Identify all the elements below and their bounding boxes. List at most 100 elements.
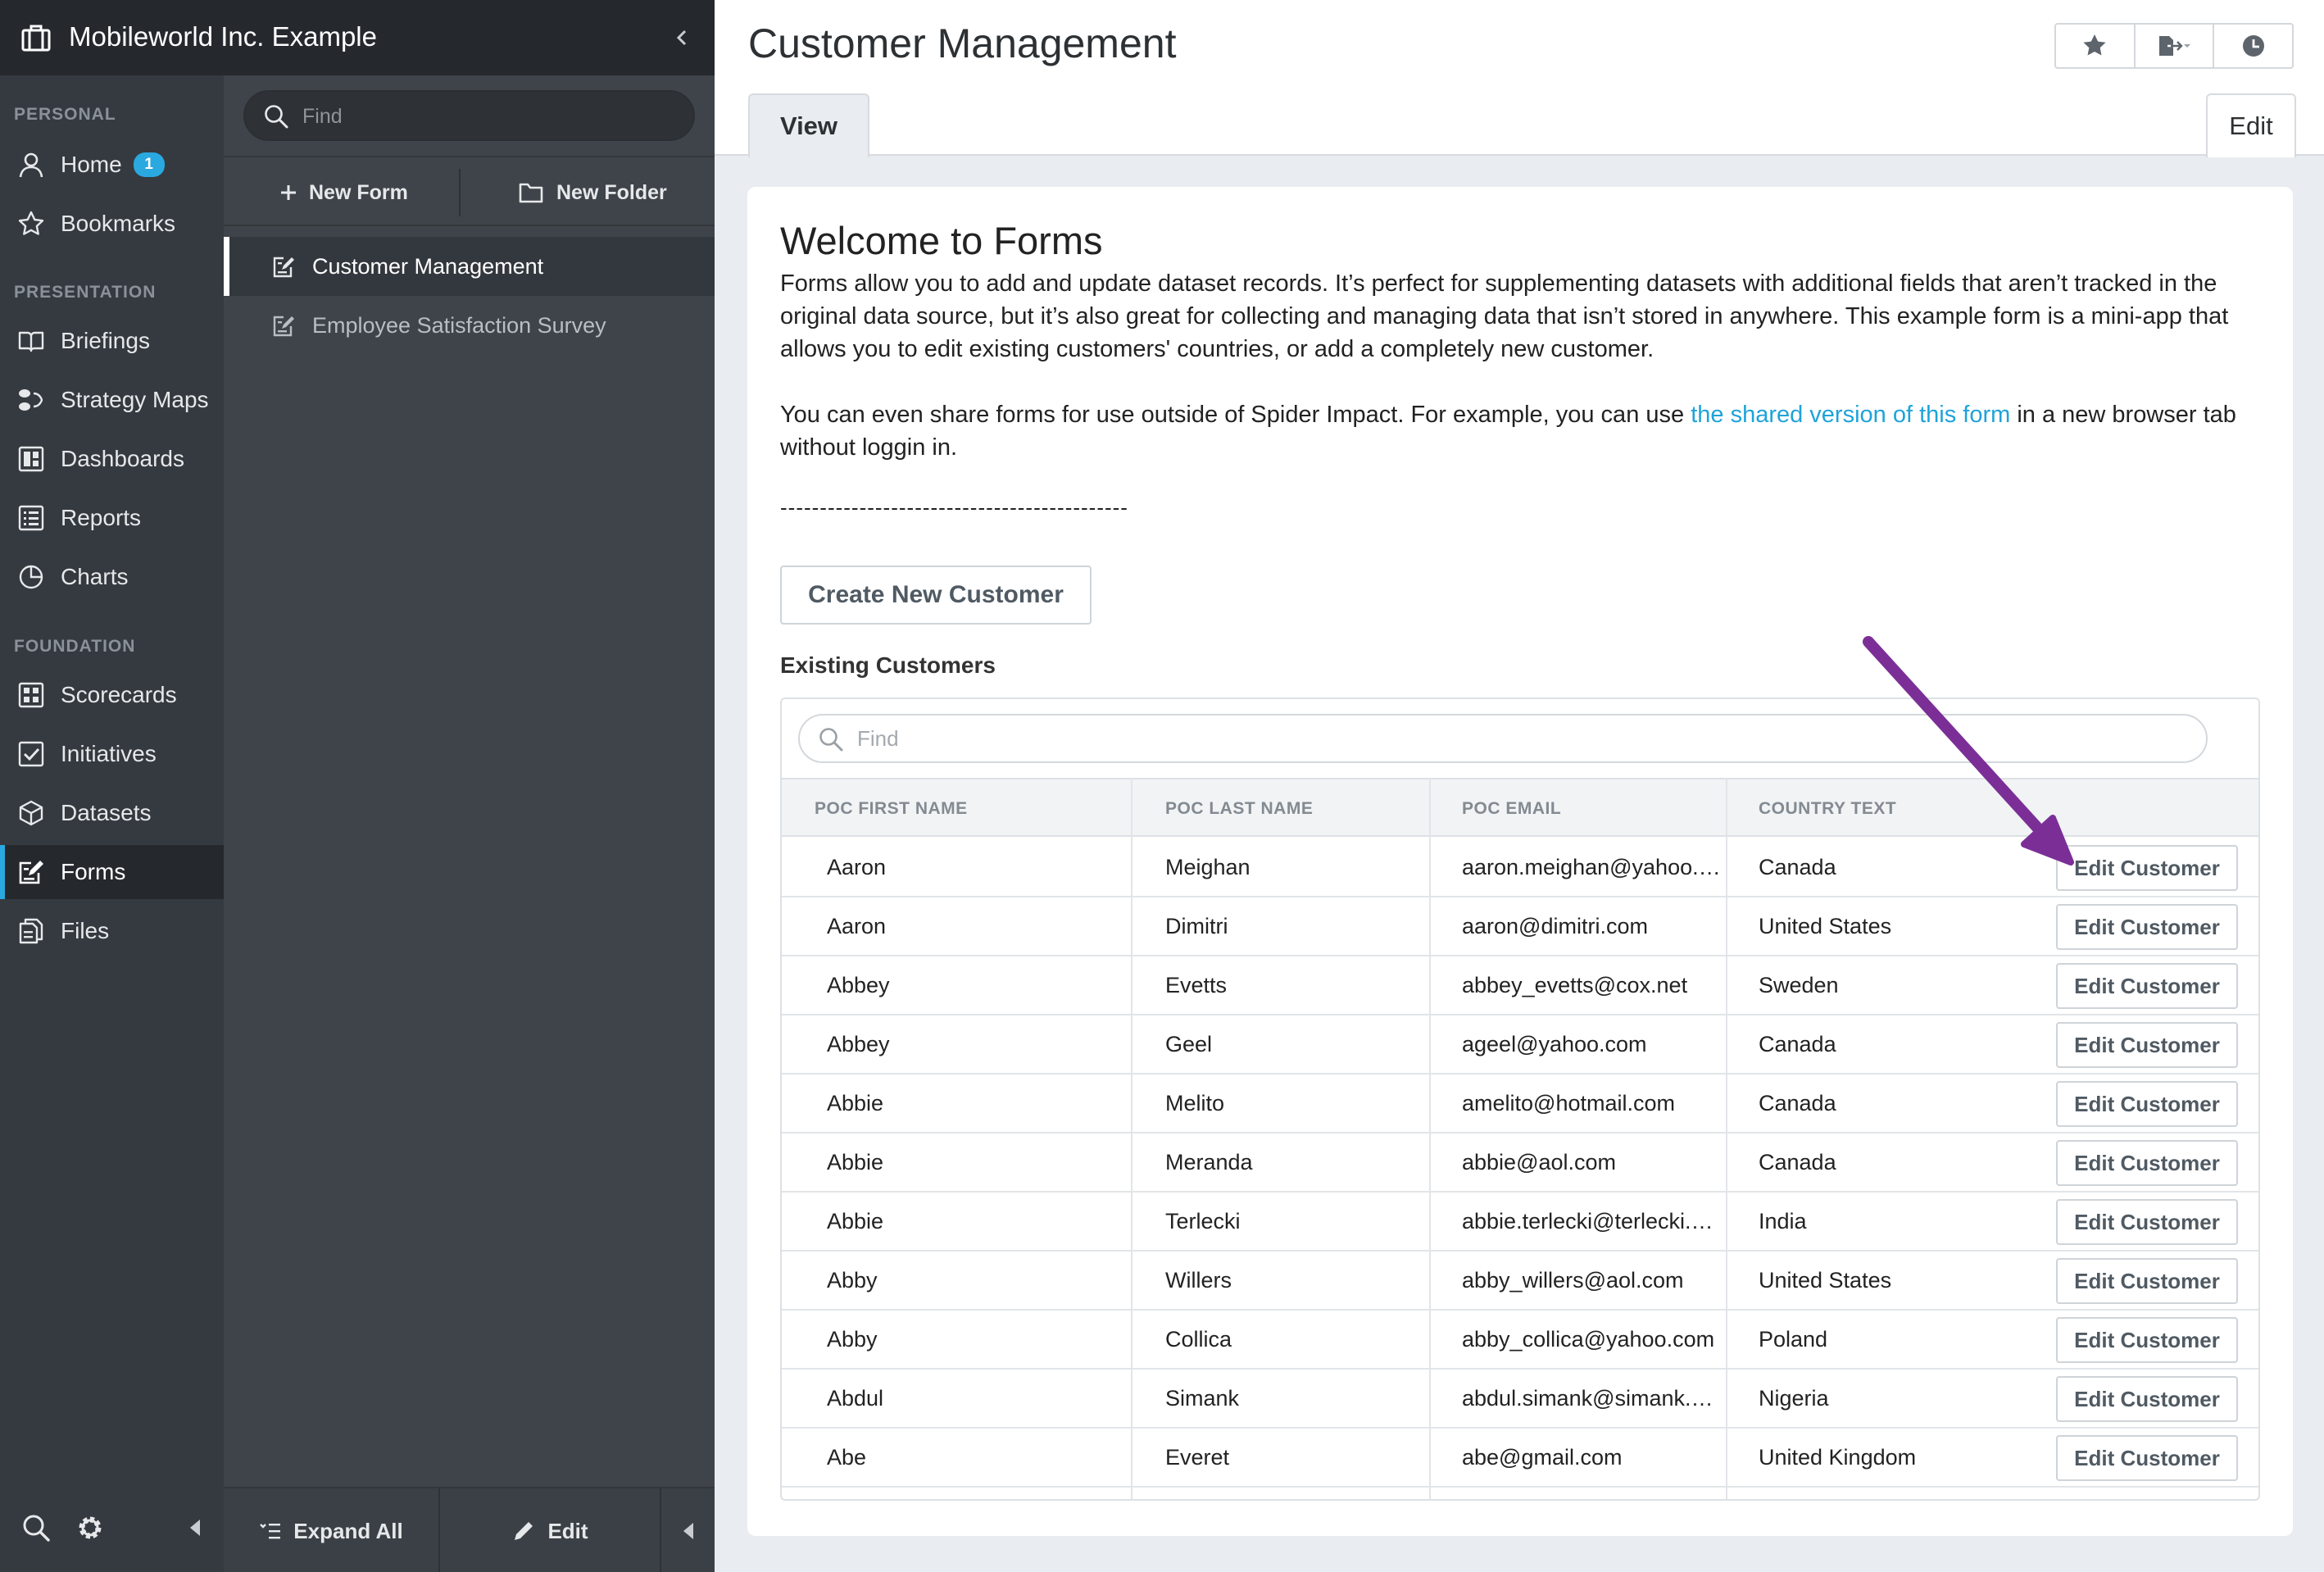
customers-table: POC FIRST NAME POC LAST NAME POC EMAIL C… <box>780 697 2260 1501</box>
edit-customer-button[interactable]: Edit Customer <box>2056 904 2238 950</box>
gear-icon[interactable] <box>75 1513 105 1547</box>
search-icon <box>818 726 844 756</box>
tab-view[interactable]: View <box>748 93 869 157</box>
main-content: Customer Management View Edit Welcome to <box>715 0 2324 1572</box>
table-search-input[interactable] <box>857 722 2185 755</box>
nav-section-personal: PERSONAL <box>14 105 116 124</box>
cell-last-name: Meranda <box>1165 1150 1253 1174</box>
tree-item-customer-management[interactable]: Customer Management <box>224 237 715 296</box>
table-row: Aaron Dimitri aaron@dimitri.com United Stat… <box>782 897 2258 956</box>
table-row: Abdul Simank abdul.simank@simank.com Nigeri… <box>782 1370 2258 1429</box>
new-folder-button[interactable]: New Folder <box>519 157 667 228</box>
collapse-nav-icon[interactable] <box>187 1518 203 1542</box>
cell-first-name: Abby <box>827 1327 878 1352</box>
cell-first-name: Abbey <box>827 1032 890 1056</box>
export-icon <box>2156 34 2192 58</box>
cell-country: United States <box>1759 914 1892 938</box>
cell-country: Nigeria <box>1759 1386 1829 1411</box>
collapse-panel-icon <box>681 1521 696 1541</box>
cell-last-name: Collica <box>1165 1327 1232 1352</box>
cell-last-name: Willers <box>1165 1268 1232 1293</box>
table-row: Abbie Melito amelito@hotmail.com Canada Edit… <box>782 1075 2258 1134</box>
header-tools <box>2054 23 2294 69</box>
book-icon <box>16 326 46 356</box>
column-header-first-name[interactable]: POC FIRST NAME <box>815 779 968 838</box>
nav-item-charts[interactable]: Charts <box>0 550 224 604</box>
panel-search-box[interactable] <box>243 90 695 141</box>
cell-country: United Kingdom <box>1759 1445 1917 1470</box>
cell-email: abby_willers@aol.com <box>1462 1268 1684 1293</box>
report-icon <box>16 503 46 533</box>
edit-customer-button[interactable]: Edit Customer <box>2056 1258 2238 1304</box>
share-paragraph: You can even share forms for use outside… <box>780 398 2263 464</box>
new-form-label: New Form <box>309 180 408 204</box>
form-icon <box>271 312 297 338</box>
nav-item-home[interactable]: Home 1 <box>0 138 224 192</box>
expand-all-button[interactable]: Expand All <box>224 1488 438 1572</box>
panel-search-input[interactable] <box>302 98 679 134</box>
cube-icon <box>16 798 46 828</box>
panel-actions: New Form New Folder <box>224 156 715 226</box>
new-form-button[interactable]: New Form <box>279 157 408 228</box>
existing-customers-label: Existing Customers <box>780 652 996 678</box>
nav-item-label: Dashboards <box>61 446 184 471</box>
cell-country: United States <box>1759 1268 1892 1293</box>
nav-item-scorecards[interactable]: Scorecards <box>0 668 224 722</box>
column-header-country[interactable]: COUNTRY TEXT <box>1759 779 1896 838</box>
export-button[interactable] <box>2133 25 2213 67</box>
chevron-left-icon[interactable] <box>672 21 692 54</box>
table-search-box[interactable] <box>798 714 2208 763</box>
shared-form-link[interactable]: the shared version of this form <box>1691 402 2010 428</box>
edit-customer-button[interactable]: Edit Customer <box>2056 963 2238 1009</box>
nav-item-initiatives[interactable]: Initiatives <box>0 727 224 781</box>
nav-item-dashboards[interactable]: Dashboards <box>0 432 224 486</box>
column-header-last-name[interactable]: POC LAST NAME <box>1165 779 1313 838</box>
edit-customer-button[interactable]: Edit Customer <box>2056 1376 2238 1422</box>
org-name[interactable]: Mobileworld Inc. Example <box>69 21 377 52</box>
edit-customer-button[interactable]: Edit Customer <box>2056 1199 2238 1245</box>
cell-last-name: Geel <box>1165 1032 1213 1056</box>
folder-icon <box>519 182 543 203</box>
nav-item-bookmarks[interactable]: Bookmarks <box>0 197 224 251</box>
nav-item-datasets[interactable]: Datasets <box>0 786 224 840</box>
nav-item-strategy-maps[interactable]: Strategy Maps <box>0 373 224 427</box>
expand-all-icon <box>259 1521 282 1541</box>
cell-email: aaron.meighan@yahoo.com <box>1462 855 1723 879</box>
table-row: Abby Willers abby_willers@aol.com United St… <box>782 1252 2258 1311</box>
intro-paragraph: Forms allow you to add and update datase… <box>780 270 2229 362</box>
welcome-heading: Welcome to Forms <box>780 219 1103 262</box>
edit-customer-button[interactable]: Edit Customer <box>2056 845 2238 891</box>
bookmark-button[interactable] <box>2056 25 2134 67</box>
cell-email: abby_collica@yahoo.com <box>1462 1327 1715 1352</box>
cell-country: Canada <box>1759 855 1836 879</box>
cell-country: Canada <box>1759 1091 1836 1115</box>
table-row: Abby Collica abby_collica@yahoo.com Poland E… <box>782 1311 2258 1370</box>
edit-customer-button[interactable]: Edit Customer <box>2056 1140 2238 1186</box>
cell-first-name: Abbie <box>827 1209 884 1234</box>
column-header-email[interactable]: POC EMAIL <box>1462 779 1561 838</box>
nav-item-briefings[interactable]: Briefings <box>0 314 224 368</box>
cell-email: abe@gmail.com <box>1462 1445 1623 1470</box>
nav-item-forms[interactable]: Forms <box>0 845 224 899</box>
edit-customer-button[interactable]: Edit Customer <box>2056 1081 2238 1127</box>
form-icon <box>16 857 46 887</box>
edit-tree-button[interactable]: Edit <box>440 1488 660 1572</box>
edit-customer-button[interactable]: Edit Customer <box>2056 1435 2238 1481</box>
briefcase-icon <box>21 23 51 52</box>
nav-item-label: Home <box>61 152 122 177</box>
cell-email: abbie@aol.com <box>1462 1150 1617 1174</box>
search-icon[interactable] <box>21 1513 51 1547</box>
nav-item-label: Reports <box>61 505 142 530</box>
collapse-panel-button[interactable] <box>661 1488 715 1572</box>
create-new-customer-button[interactable]: Create New Customer <box>780 566 1092 625</box>
tree-item-label: Employee Satisfaction Survey <box>312 312 606 338</box>
nav-item-reports[interactable]: Reports <box>0 491 224 545</box>
pencil-icon <box>511 1519 536 1543</box>
tab-edit[interactable]: Edit <box>2206 93 2296 157</box>
nav-item-files[interactable]: Files <box>0 904 224 958</box>
left-nav: PERSONAL Home 1 Bookmarks PRESENTATION B… <box>0 0 224 1572</box>
edit-customer-button[interactable]: Edit Customer <box>2056 1317 2238 1363</box>
tree-item-employee-satisfaction-survey[interactable]: Employee Satisfaction Survey <box>224 296 715 355</box>
history-button[interactable] <box>2213 25 2292 67</box>
edit-customer-button[interactable]: Edit Customer <box>2056 1022 2238 1068</box>
